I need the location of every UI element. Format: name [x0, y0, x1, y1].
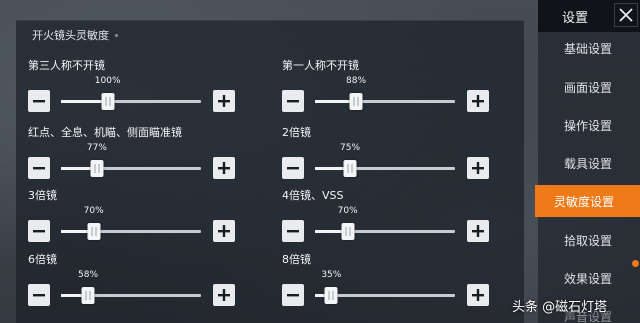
increase-button[interactable]: [467, 90, 489, 112]
decrease-button[interactable]: [282, 157, 304, 179]
item-label: 6倍镜: [28, 253, 57, 266]
plus-icon: [218, 95, 230, 107]
settings-sidebar: 设置 基础设置 画面设置 操作设置 载具设置 灵敏度设置 拾取设置 效果设置 声…: [535, 0, 640, 323]
slider-thumb[interactable]: [341, 223, 355, 240]
plus-icon: [472, 162, 484, 174]
minus-icon: [287, 167, 299, 170]
slider-thumb[interactable]: [101, 93, 115, 110]
sidebar-item-graphics[interactable]: 画面设置: [538, 71, 640, 103]
section-title: 开火镜头灵敏度: [32, 27, 118, 43]
value-percent: 77%: [86, 143, 107, 153]
increase-button[interactable]: [467, 220, 489, 242]
plus-icon: [218, 162, 230, 174]
decrease-button[interactable]: [282, 284, 304, 306]
item-label: 红点、全息、机瞄、侧面瞄准镜: [28, 126, 182, 139]
sensitivity-item-8x: 8倍镜 35%: [282, 251, 512, 311]
slider-track[interactable]: [61, 287, 201, 304]
sensitivity-item-4x-vss: 4倍镜、VSS 70%: [282, 187, 512, 247]
sidebar-header: 设置: [538, 0, 640, 32]
value-percent: 75%: [339, 143, 361, 153]
minus-icon: [287, 294, 299, 297]
watermark-text: 头条 @磁石灯塔: [512, 300, 608, 315]
sensitivity-item-first-person: 第一人称不开镜 88%: [282, 57, 512, 117]
sidebar-item-controls[interactable]: 操作设置: [538, 109, 640, 141]
slider-track[interactable]: [315, 93, 455, 110]
decrease-button[interactable]: [28, 90, 50, 112]
value-percent: 35%: [321, 270, 342, 280]
plus-icon: [472, 95, 484, 107]
sidebar-item-effects[interactable]: 效果设置: [538, 262, 640, 294]
sensitivity-panel: 开火镜头灵敏度 第三人称不开镜 100% 第一人称不开镜 88% 红点、全息、机…: [16, 20, 524, 323]
slider-track[interactable]: [315, 287, 455, 304]
value-percent: 88%: [346, 76, 367, 86]
item-label: 3倍镜: [28, 189, 57, 202]
sidebar-item-vehicle[interactable]: 载具设置: [538, 147, 640, 179]
plus-icon: [218, 225, 230, 237]
slider-thumb[interactable]: [81, 287, 95, 304]
sidebar-item-sensitivity[interactable]: 灵敏度设置: [535, 185, 640, 217]
increase-button[interactable]: [213, 284, 235, 306]
value-percent: 100%: [94, 76, 121, 86]
slider-thumb[interactable]: [343, 160, 357, 177]
value-percent: 70%: [83, 206, 104, 216]
minus-icon: [287, 230, 299, 233]
increase-button[interactable]: [213, 220, 235, 242]
sensitivity-item-red-dot: 红点、全息、机瞄、侧面瞄准镜 77%: [28, 124, 258, 184]
plus-icon: [472, 289, 484, 301]
slider-track[interactable]: [315, 223, 455, 240]
increase-button[interactable]: [467, 157, 489, 179]
slider-thumb[interactable]: [324, 287, 338, 304]
slider-track[interactable]: [61, 223, 201, 240]
section-title-text: 开火镜头灵敏度: [32, 29, 109, 42]
minus-icon: [287, 100, 299, 103]
decrease-button[interactable]: [28, 220, 50, 242]
sidebar-item-pickup[interactable]: 拾取设置: [538, 224, 640, 256]
slider-track[interactable]: [61, 160, 201, 177]
slider-track[interactable]: [61, 93, 201, 110]
item-label: 第一人称不开镜: [282, 59, 359, 72]
item-label: 8倍镜: [282, 253, 311, 266]
increase-button[interactable]: [213, 90, 235, 112]
plus-icon: [472, 225, 484, 237]
close-button[interactable]: [614, 3, 638, 27]
slider-thumb[interactable]: [349, 93, 363, 110]
item-label: 4倍镜、VSS: [282, 189, 344, 202]
plus-icon: [218, 289, 230, 301]
sensitivity-item-6x: 6倍镜 58%: [28, 251, 258, 311]
minus-icon: [33, 100, 45, 103]
sensitivity-item-3x: 3倍镜 70%: [28, 187, 258, 247]
notification-dot: [632, 260, 639, 267]
minus-icon: [33, 294, 45, 297]
sidebar-title: 设置: [562, 11, 589, 26]
value-percent: 70%: [337, 206, 358, 216]
sensitivity-item-third-person: 第三人称不开镜 100%: [28, 57, 258, 117]
minus-icon: [33, 230, 45, 233]
increase-button[interactable]: [467, 284, 489, 306]
decrease-button[interactable]: [282, 220, 304, 242]
dot-icon: [115, 33, 118, 37]
slider-thumb[interactable]: [87, 223, 101, 240]
sidebar-item-basic[interactable]: 基础设置: [538, 32, 640, 64]
slider-track[interactable]: [315, 160, 455, 177]
close-icon: [619, 8, 633, 22]
decrease-button[interactable]: [282, 90, 304, 112]
item-label: 2倍镜: [282, 126, 311, 139]
slider-thumb[interactable]: [90, 160, 104, 177]
decrease-button[interactable]: [28, 284, 50, 306]
sensitivity-item-2x: 2倍镜 75%: [282, 124, 512, 184]
watermark: 头条 @磁石灯塔: [512, 296, 607, 315]
increase-button[interactable]: [213, 157, 235, 179]
value-percent: 58%: [78, 270, 99, 280]
minus-icon: [33, 167, 45, 170]
item-label: 第三人称不开镜: [28, 59, 105, 72]
decrease-button[interactable]: [28, 157, 50, 179]
